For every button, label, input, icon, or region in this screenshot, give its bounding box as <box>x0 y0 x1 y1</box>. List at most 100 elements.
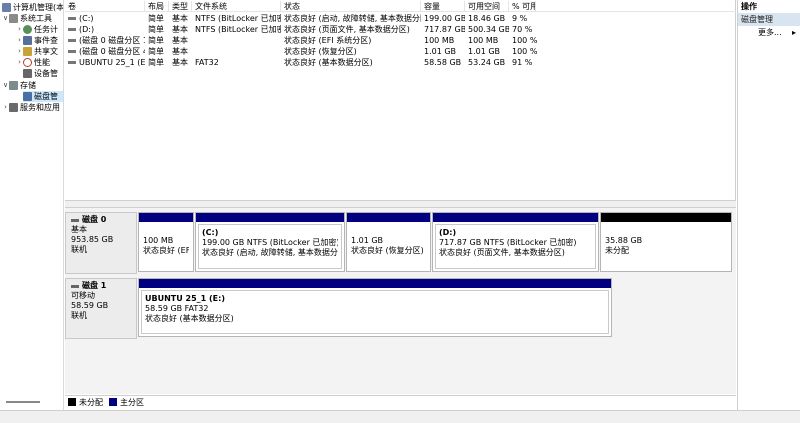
volume-cell: (磁盘 0 磁盘分区 1) <box>65 35 145 46</box>
partition-type-bar <box>196 213 344 222</box>
partition-type-bar <box>433 213 598 222</box>
percent-free-cell: 91 % <box>512 58 533 67</box>
column-header-volume[interactable]: 卷 <box>65 1 145 12</box>
volume-cell: UBUNTU 25_1 (E:) <box>65 57 145 68</box>
partition-size: 717.87 GB NTFS (BitLocker 已加密) <box>439 238 577 247</box>
column-header-percent-free[interactable]: % 可用 <box>509 1 536 12</box>
event-viewer-icon <box>23 36 32 45</box>
volume-icon <box>68 28 76 31</box>
column-header-free-space[interactable]: 可用空间 <box>465 1 509 12</box>
partition-recovery[interactable]: 1.01 GB 状态良好 (恢复分区) <box>346 212 431 272</box>
status-cell: 状态良好 (恢复分区) <box>284 47 357 56</box>
unallocated-space[interactable]: 35.88 GB 未分配 <box>600 212 732 272</box>
clock-icon <box>23 25 32 34</box>
status-cell: 状态良好 (基本数据分区) <box>284 58 373 67</box>
volume-icon <box>68 39 76 42</box>
partition-type-bar <box>601 213 731 222</box>
tree-item-performance[interactable]: › 性能 <box>16 57 50 68</box>
table-row[interactable]: (D:) 简单 基本 NTFS (BitLocker 已加密) 状态良好 (页面… <box>65 24 736 35</box>
layout-cell: 简单 <box>148 58 164 67</box>
folder-icon <box>23 47 32 56</box>
table-row[interactable]: (C:) 简单 基本 NTFS (BitLocker 已加密) 状态良好 (启动… <box>65 13 736 24</box>
partition-title: UBUNTU 25_1 (E:) <box>145 294 225 303</box>
partition-status: 状态良好 (页面文件, 基本数据分区) <box>439 248 565 257</box>
disk-status: 联机 <box>71 245 87 254</box>
volume-icon <box>68 50 76 53</box>
chevron-right-icon[interactable]: › <box>16 46 23 57</box>
storage-icon <box>9 81 18 90</box>
free-space-cell: 53.24 GB <box>468 58 506 67</box>
partition-c[interactable]: (C:) 199.00 GB NTFS (BitLocker 已加密) 状态良好… <box>195 212 345 272</box>
services-icon <box>9 103 18 112</box>
type-cell: 基本 <box>172 14 188 23</box>
column-header-filesystem[interactable]: 文件系统 <box>192 1 281 12</box>
capacity-cell: 100 MB <box>424 36 455 45</box>
column-header-layout[interactable]: 布局 <box>145 1 169 12</box>
actions-section-disk-management[interactable]: 磁盘管理 <box>738 13 800 26</box>
disk-icon <box>71 218 79 222</box>
more-actions-link[interactable]: 更多... ▸ <box>738 26 800 39</box>
disk-info-0[interactable]: 磁盘 0 基本 953.85 GB 联机 <box>65 212 137 274</box>
chevron-right-icon[interactable]: › <box>16 57 23 68</box>
partition-type-bar <box>139 213 193 222</box>
performance-icon <box>23 58 32 67</box>
partition-size: 100 MB <box>143 236 174 245</box>
partition-efi[interactable]: 100 MB 状态良好 (EFI 系 <box>138 212 194 272</box>
partition-size: 35.88 GB <box>605 236 643 245</box>
chevron-right-icon[interactable]: › <box>16 35 23 46</box>
column-header-capacity[interactable]: 容量 <box>421 1 465 12</box>
legend-swatch <box>68 398 76 406</box>
table-row[interactable]: UBUNTU 25_1 (E:) 简单 基本 FAT32 状态良好 (基本数据分… <box>65 57 736 68</box>
tree-item-system-tools[interactable]: ∨ 系统工具 <box>2 13 52 24</box>
chevron-right-icon[interactable]: › <box>2 102 9 113</box>
table-header: 卷 布局 类型 文件系统 状态 容量 可用空间 % 可用 <box>65 1 736 12</box>
legend: 未分配 主分区 <box>65 395 736 408</box>
pane-splitter[interactable] <box>65 200 736 208</box>
disk-info-1[interactable]: 磁盘 1 可移动 58.59 GB 联机 <box>65 278 137 339</box>
partition-status: 状态良好 (恢复分区) <box>351 246 424 255</box>
capacity-cell: 717.87 GB <box>424 25 465 34</box>
disk-type: 基本 <box>71 225 87 234</box>
tree-item-task-scheduler[interactable]: › 任务计 <box>16 24 58 35</box>
disk-graphical-view: 磁盘 0 基本 953.85 GB 联机 100 MB 状态良好 (EFI 系 … <box>65 208 736 394</box>
percent-free-cell: 100 % <box>512 36 538 45</box>
tree-item-event-viewer[interactable]: › 事件查 <box>16 35 58 46</box>
partition-size: 1.01 GB <box>351 236 384 245</box>
free-space-cell: 500.34 GB <box>468 25 509 34</box>
layout-cell: 简单 <box>148 36 164 45</box>
partition-d[interactable]: (D:) 717.87 GB NTFS (BitLocker 已加密) 状态良好… <box>432 212 599 272</box>
column-header-status[interactable]: 状态 <box>281 1 421 12</box>
partition-title: (C:) <box>202 228 219 237</box>
tools-icon <box>9 14 18 23</box>
tree-item-services-apps[interactable]: › 服务和应用 <box>2 102 60 113</box>
chevron-down-icon[interactable]: ∨ <box>2 13 9 24</box>
status-cell: 状态良好 (EFI 系统分区) <box>284 36 372 45</box>
disk-row-1: 磁盘 1 可移动 58.59 GB 联机 UBUNTU 25_1 (E:) 58… <box>65 278 736 339</box>
column-header-type[interactable]: 类型 <box>169 1 192 12</box>
chevron-right-icon[interactable]: › <box>16 24 23 35</box>
type-cell: 基本 <box>172 58 188 67</box>
arrow-right-icon: ▸ <box>791 28 796 37</box>
free-space-cell: 18.46 GB <box>468 14 506 23</box>
horizontal-scrollbar[interactable] <box>6 401 40 403</box>
percent-free-cell: 100 % <box>512 47 538 56</box>
tree-item-storage[interactable]: ∨ 存储 <box>2 80 36 91</box>
table-row[interactable]: (磁盘 0 磁盘分区 4) 简单 基本 状态良好 (恢复分区) 1.01 GB … <box>65 46 736 57</box>
disk-label: 磁盘 0 <box>71 215 131 225</box>
disk-size: 58.59 GB <box>71 301 109 310</box>
filesystem-cell <box>192 35 281 46</box>
chevron-down-icon[interactable]: ∨ <box>2 80 9 91</box>
percent-free-cell: 9 % <box>512 14 528 23</box>
tree-item-device-manager[interactable]: 设备管 <box>23 68 58 79</box>
volume-cell: (C:) <box>65 13 145 24</box>
tree-item-disk-management[interactable]: 磁盘管 <box>23 91 63 102</box>
partition-status: 未分配 <box>605 246 629 255</box>
volume-cell: (D:) <box>65 24 145 35</box>
tree-item-computer-management[interactable]: 计算机管理(本 <box>2 2 63 13</box>
percent-free-cell: 70 % <box>512 25 533 34</box>
tree-item-shared-folders[interactable]: › 共享文 <box>16 46 58 57</box>
partition-e[interactable]: UBUNTU 25_1 (E:) 58.59 GB FAT32 状态良好 (基本… <box>138 278 612 337</box>
navigation-tree: 计算机管理(本 ∨ 系统工具 › 任务计 › 事件查 › 共享文 › 性能 设备… <box>0 0 64 410</box>
table-row[interactable]: (磁盘 0 磁盘分区 1) 简单 基本 状态良好 (EFI 系统分区) 100 … <box>65 35 736 46</box>
partition-size: 199.00 GB NTFS (BitLocker 已加密) <box>202 238 338 247</box>
